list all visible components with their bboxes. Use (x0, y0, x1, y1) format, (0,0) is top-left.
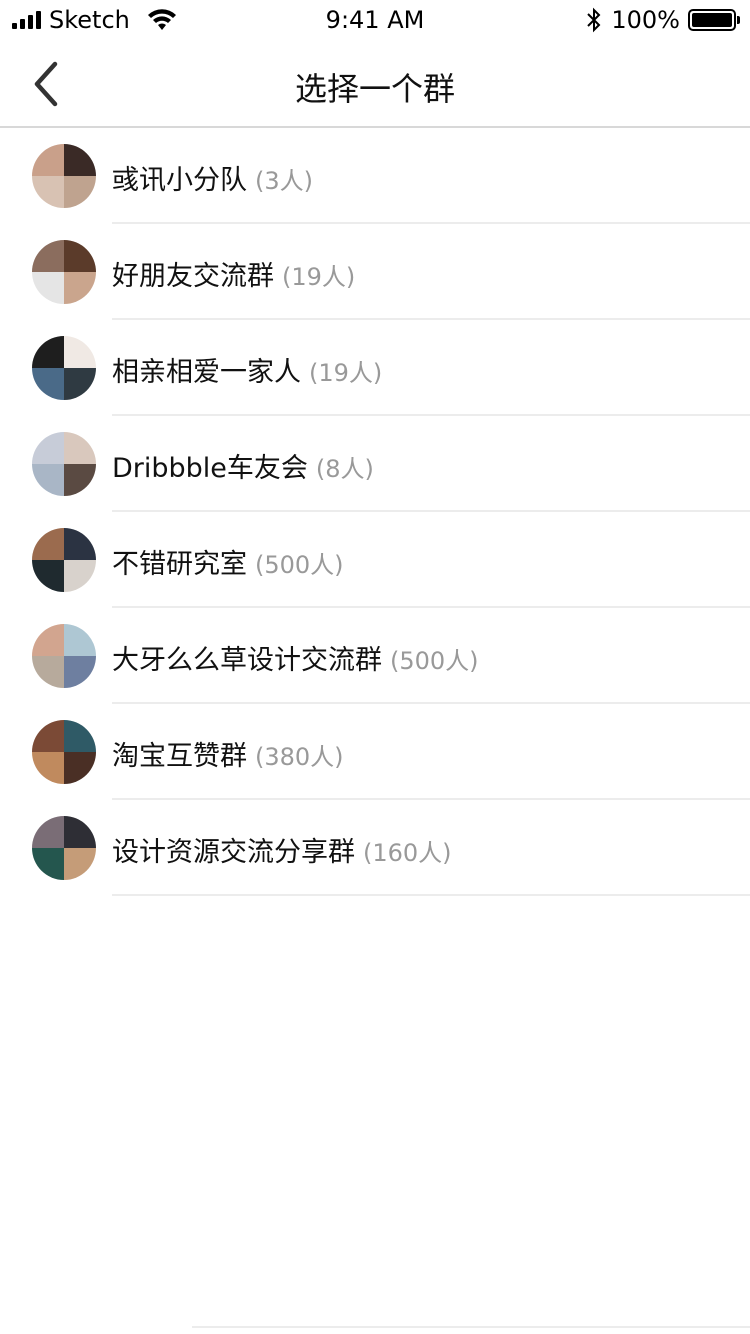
group-avatar (32, 624, 96, 688)
member-avatar (32, 368, 64, 400)
status-right: 100% (585, 6, 740, 34)
group-member-count: (500人) (255, 551, 344, 579)
bottom-divider (192, 1326, 750, 1328)
member-avatar (32, 848, 64, 880)
group-name: Dribbble车友会 (112, 453, 308, 484)
member-avatar (32, 624, 64, 656)
group-member-count: (380人) (255, 743, 344, 771)
group-label: 好朋友交流群 (19人) (112, 254, 355, 293)
member-avatar (64, 336, 96, 368)
group-name: 彧讯小分队 (112, 165, 247, 196)
member-avatar (32, 240, 64, 272)
page-title: 选择一个群 (294, 70, 455, 108)
member-avatar (64, 240, 96, 272)
member-avatar (64, 816, 96, 848)
member-avatar (64, 464, 96, 496)
member-avatar (32, 432, 64, 464)
group-avatar (32, 816, 96, 880)
group-member-count: (19人) (309, 359, 383, 387)
group-name: 好朋友交流群 (112, 261, 274, 292)
member-avatar (32, 144, 64, 176)
group-row[interactable]: 淘宝互赞群 (380人) (0, 704, 750, 800)
group-row[interactable]: 大牙么么草设计交流群 (500人) (0, 608, 750, 704)
group-avatar (32, 144, 96, 208)
group-avatar (32, 528, 96, 592)
status-bar: Sketch 9:41 AM 100% (0, 0, 750, 40)
member-avatar (32, 560, 64, 592)
group-member-count: (8人) (315, 455, 374, 483)
row-divider (112, 894, 750, 896)
group-member-count: (160人) (363, 839, 452, 867)
group-member-count: (19人) (282, 263, 356, 291)
group-label: 设计资源交流分享群 (160人) (112, 830, 452, 869)
group-label: 相亲相爱一家人 (19人) (112, 350, 382, 389)
member-avatar (32, 272, 64, 304)
group-row[interactable]: 好朋友交流群 (19人) (0, 224, 750, 320)
member-avatar (64, 432, 96, 464)
group-row[interactable]: 设计资源交流分享群 (160人) (0, 800, 750, 896)
bluetooth-icon (587, 7, 601, 33)
group-member-count: (500人) (390, 647, 479, 675)
group-member-count: (3人) (255, 167, 313, 195)
member-avatar (64, 848, 96, 880)
member-avatar (32, 720, 64, 752)
member-avatar (64, 272, 96, 304)
member-avatar (64, 176, 96, 208)
group-row[interactable]: 彧讯小分队 (3人) (0, 128, 750, 224)
group-name: 淘宝互赞群 (112, 741, 247, 772)
group-label: 不错研究室 (500人) (112, 542, 344, 581)
group-row[interactable]: 不错研究室 (500人) (0, 512, 750, 608)
member-avatar (32, 656, 64, 688)
member-avatar (32, 816, 64, 848)
group-avatar (32, 720, 96, 784)
member-avatar (64, 624, 96, 656)
member-avatar (64, 528, 96, 560)
group-row[interactable]: 相亲相爱一家人 (19人) (0, 320, 750, 416)
group-name: 不错研究室 (112, 549, 247, 580)
battery-icon (688, 9, 740, 31)
group-name: 相亲相爱一家人 (112, 357, 301, 388)
member-avatar (64, 656, 96, 688)
member-avatar (64, 720, 96, 752)
group-name: 设计资源交流分享群 (112, 837, 355, 868)
navigation-bar: 选择一个群 (0, 40, 750, 128)
group-avatar (32, 336, 96, 400)
group-row[interactable]: Dribbble车友会 (8人) (0, 416, 750, 512)
member-avatar (32, 176, 64, 208)
member-avatar (64, 560, 96, 592)
battery-percent: 100% (611, 6, 680, 34)
member-avatar (64, 368, 96, 400)
group-label: 淘宝互赞群 (380人) (112, 734, 344, 773)
group-label: 大牙么么草设计交流群 (500人) (112, 638, 479, 677)
member-avatar (32, 752, 64, 784)
group-avatar (32, 240, 96, 304)
group-list: 彧讯小分队 (3人) 好朋友交流群 (19人) 相亲相爱一家人 (19人) Dr… (0, 128, 750, 896)
group-avatar (32, 432, 96, 496)
member-avatar (64, 144, 96, 176)
group-label: Dribbble车友会 (8人) (112, 446, 374, 485)
member-avatar (32, 528, 64, 560)
group-label: 彧讯小分队 (3人) (112, 158, 313, 197)
member-avatar (32, 336, 64, 368)
group-name: 大牙么么草设计交流群 (112, 645, 382, 676)
member-avatar (32, 464, 64, 496)
member-avatar (64, 752, 96, 784)
